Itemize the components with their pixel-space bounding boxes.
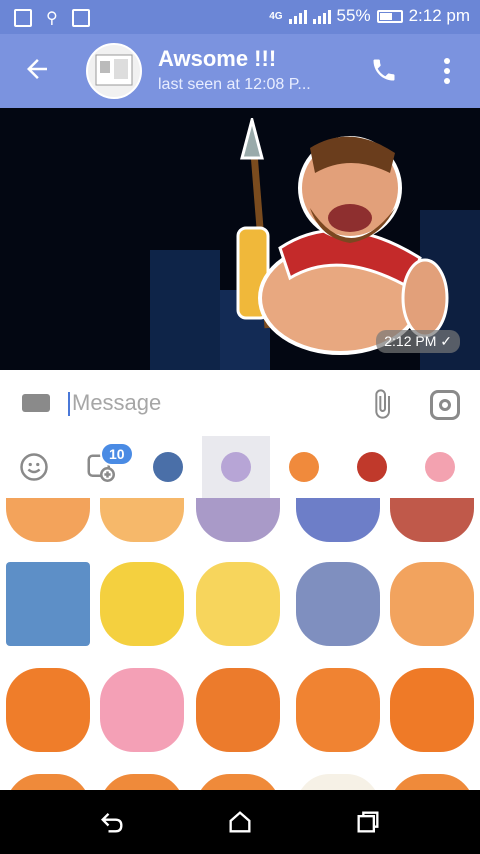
- city-background: [150, 250, 220, 370]
- signal-icon-2: [312, 8, 331, 24]
- message-input[interactable]: Message: [72, 390, 161, 416]
- recent-apps-icon[interactable]: [354, 808, 382, 836]
- tab-sticker-pack-1[interactable]: [134, 436, 202, 498]
- sticker[interactable]: [6, 562, 90, 646]
- sticker[interactable]: [390, 498, 474, 542]
- sticker[interactable]: [100, 774, 184, 790]
- screen-icon: [14, 9, 32, 27]
- sticker[interactable]: [296, 774, 380, 790]
- camera-icon[interactable]: [430, 390, 460, 420]
- sticker[interactable]: [6, 668, 90, 752]
- network-type: 4G: [269, 10, 283, 22]
- keyboard-icon[interactable]: [22, 394, 50, 412]
- message-input-bar: Message: [0, 370, 480, 437]
- tab-sticker-pack-5[interactable]: [406, 436, 474, 498]
- phone-icon[interactable]: [370, 56, 398, 84]
- chat-title[interactable]: Awsome !!!: [158, 46, 276, 72]
- chat-area: 2:12 PM ✓: [0, 108, 480, 370]
- chat-header: Awsome !!! last seen at 12:08 P...: [0, 34, 480, 108]
- sticker[interactable]: [196, 498, 280, 542]
- sticker-pack-thumbnail: [357, 452, 387, 482]
- avatar[interactable]: [86, 43, 142, 99]
- usb-icon: ⚲: [46, 10, 58, 27]
- battery-percent: 55%: [336, 6, 371, 25]
- more-options-icon[interactable]: [438, 56, 456, 86]
- smiley-icon: [20, 453, 48, 481]
- sticker-pack-thumbnail: [289, 452, 319, 482]
- back-nav-icon[interactable]: [98, 808, 126, 836]
- sticker[interactable]: [390, 774, 474, 790]
- sticker[interactable]: [6, 774, 90, 790]
- sticker[interactable]: [196, 562, 280, 646]
- sticker-message[interactable]: [230, 118, 450, 358]
- message-time: 2:12 PM ✓: [376, 330, 460, 353]
- sticker-pack-thumbnail: [221, 452, 251, 482]
- text-cursor: [68, 392, 70, 416]
- sticker[interactable]: [296, 562, 380, 646]
- tab-sticker-pack-4[interactable]: [338, 436, 406, 498]
- new-stickers-badge: 10: [100, 442, 134, 466]
- sticker[interactable]: [390, 668, 474, 752]
- status-bar: ⚲ 4G 55% 2:12 pm: [0, 0, 480, 34]
- battery-icon: [376, 9, 403, 23]
- attach-icon[interactable]: [366, 388, 398, 420]
- sticker[interactable]: [296, 668, 380, 752]
- sticker-pack-thumbnail: [425, 452, 455, 482]
- code-icon: [71, 9, 90, 27]
- home-icon[interactable]: [226, 808, 254, 836]
- sticker-grid: [0, 498, 480, 790]
- sticker[interactable]: [100, 668, 184, 752]
- sticker[interactable]: [196, 774, 280, 790]
- sticker[interactable]: [100, 498, 184, 542]
- status-time: 2:12 pm: [408, 6, 470, 25]
- last-seen: last seen at 12:08 P...: [158, 76, 311, 93]
- sticker[interactable]: [100, 562, 184, 646]
- tab-sticker-pack-3[interactable]: [270, 436, 338, 498]
- sticker[interactable]: [296, 498, 380, 542]
- tab-sticker-pack-2[interactable]: [202, 436, 270, 498]
- tab-emoji[interactable]: [0, 436, 68, 498]
- back-arrow-icon[interactable]: [22, 54, 52, 84]
- sticker[interactable]: [6, 498, 90, 542]
- sticker[interactable]: [390, 562, 474, 646]
- signal-icon: [288, 8, 307, 24]
- sticker[interactable]: [196, 668, 280, 752]
- sticker-tabs: 10: [0, 436, 480, 499]
- sticker-pack-thumbnail: [153, 452, 183, 482]
- navigation-bar: [0, 790, 480, 854]
